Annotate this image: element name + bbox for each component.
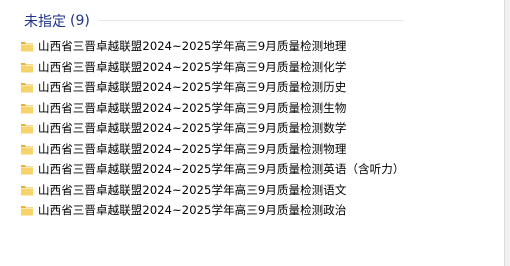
file-name: 山西省三晋卓越联盟2024~2025学年高三9月质量检测英语（含听力） <box>38 162 405 177</box>
list-item[interactable]: 山西省三晋卓越联盟2024~2025学年高三9月质量检测化学 <box>20 57 404 78</box>
list-item[interactable]: 山西省三晋卓越联盟2024~2025学年高三9月质量检测英语（含听力） <box>20 159 404 180</box>
group-title: 未指定 <box>24 14 66 30</box>
file-name: 山西省三晋卓越联盟2024~2025学年高三9月质量检测语文 <box>38 182 347 197</box>
list-item[interactable]: 山西省三晋卓越联盟2024~2025学年高三9月质量检测数学 <box>20 118 404 139</box>
window-edge <box>504 0 510 266</box>
folder-icon <box>21 124 33 134</box>
file-name: 山西省三晋卓越联盟2024~2025学年高三9月质量检测地理 <box>38 39 347 54</box>
folder-icon <box>21 185 33 196</box>
file-name: 山西省三晋卓越联盟2024~2025学年高三9月质量检测化学 <box>38 59 347 74</box>
folder-icon <box>21 165 33 175</box>
folder-icon <box>21 62 33 73</box>
list-item[interactable]: 山西省三晋卓越联盟2024~2025学年高三9月质量检测语文 <box>20 180 404 201</box>
folder-icon <box>21 144 33 155</box>
folder-icon <box>21 206 33 216</box>
folder-icon <box>21 42 33 52</box>
folder-icon <box>21 103 33 114</box>
file-name: 山西省三晋卓越联盟2024~2025学年高三9月质量检测数学 <box>38 121 347 136</box>
list-item[interactable]: 山西省三晋卓越联盟2024~2025学年高三9月质量检测政治 <box>20 200 404 221</box>
list-item[interactable]: 山西省三晋卓越联盟2024~2025学年高三9月质量检测生物 <box>20 98 404 119</box>
file-name: 山西省三晋卓越联盟2024~2025学年高三9月质量检测政治 <box>38 203 347 218</box>
file-name: 山西省三晋卓越联盟2024~2025学年高三9月质量检测历史 <box>38 80 347 95</box>
file-list-pane: 未指定 (9) 山西省三晋卓越联盟2024~2025学年高三9月质量检测地理 山… <box>0 0 504 266</box>
group-header[interactable]: 未指定 (9) <box>24 10 90 32</box>
file-name: 山西省三晋卓越联盟2024~2025学年高三9月质量检测生物 <box>38 100 347 115</box>
list-item[interactable]: 山西省三晋卓越联盟2024~2025学年高三9月质量检测地理 <box>20 36 404 57</box>
file-list: 山西省三晋卓越联盟2024~2025学年高三9月质量检测地理 山西省三晋卓越联盟… <box>20 36 404 221</box>
group-divider <box>98 20 404 21</box>
group-count: (9) <box>70 13 90 29</box>
file-name: 山西省三晋卓越联盟2024~2025学年高三9月质量检测物理 <box>38 141 347 156</box>
list-item[interactable]: 山西省三晋卓越联盟2024~2025学年高三9月质量检测物理 <box>20 139 404 160</box>
folder-icon <box>21 83 33 93</box>
list-item[interactable]: 山西省三晋卓越联盟2024~2025学年高三9月质量检测历史 <box>20 77 404 98</box>
